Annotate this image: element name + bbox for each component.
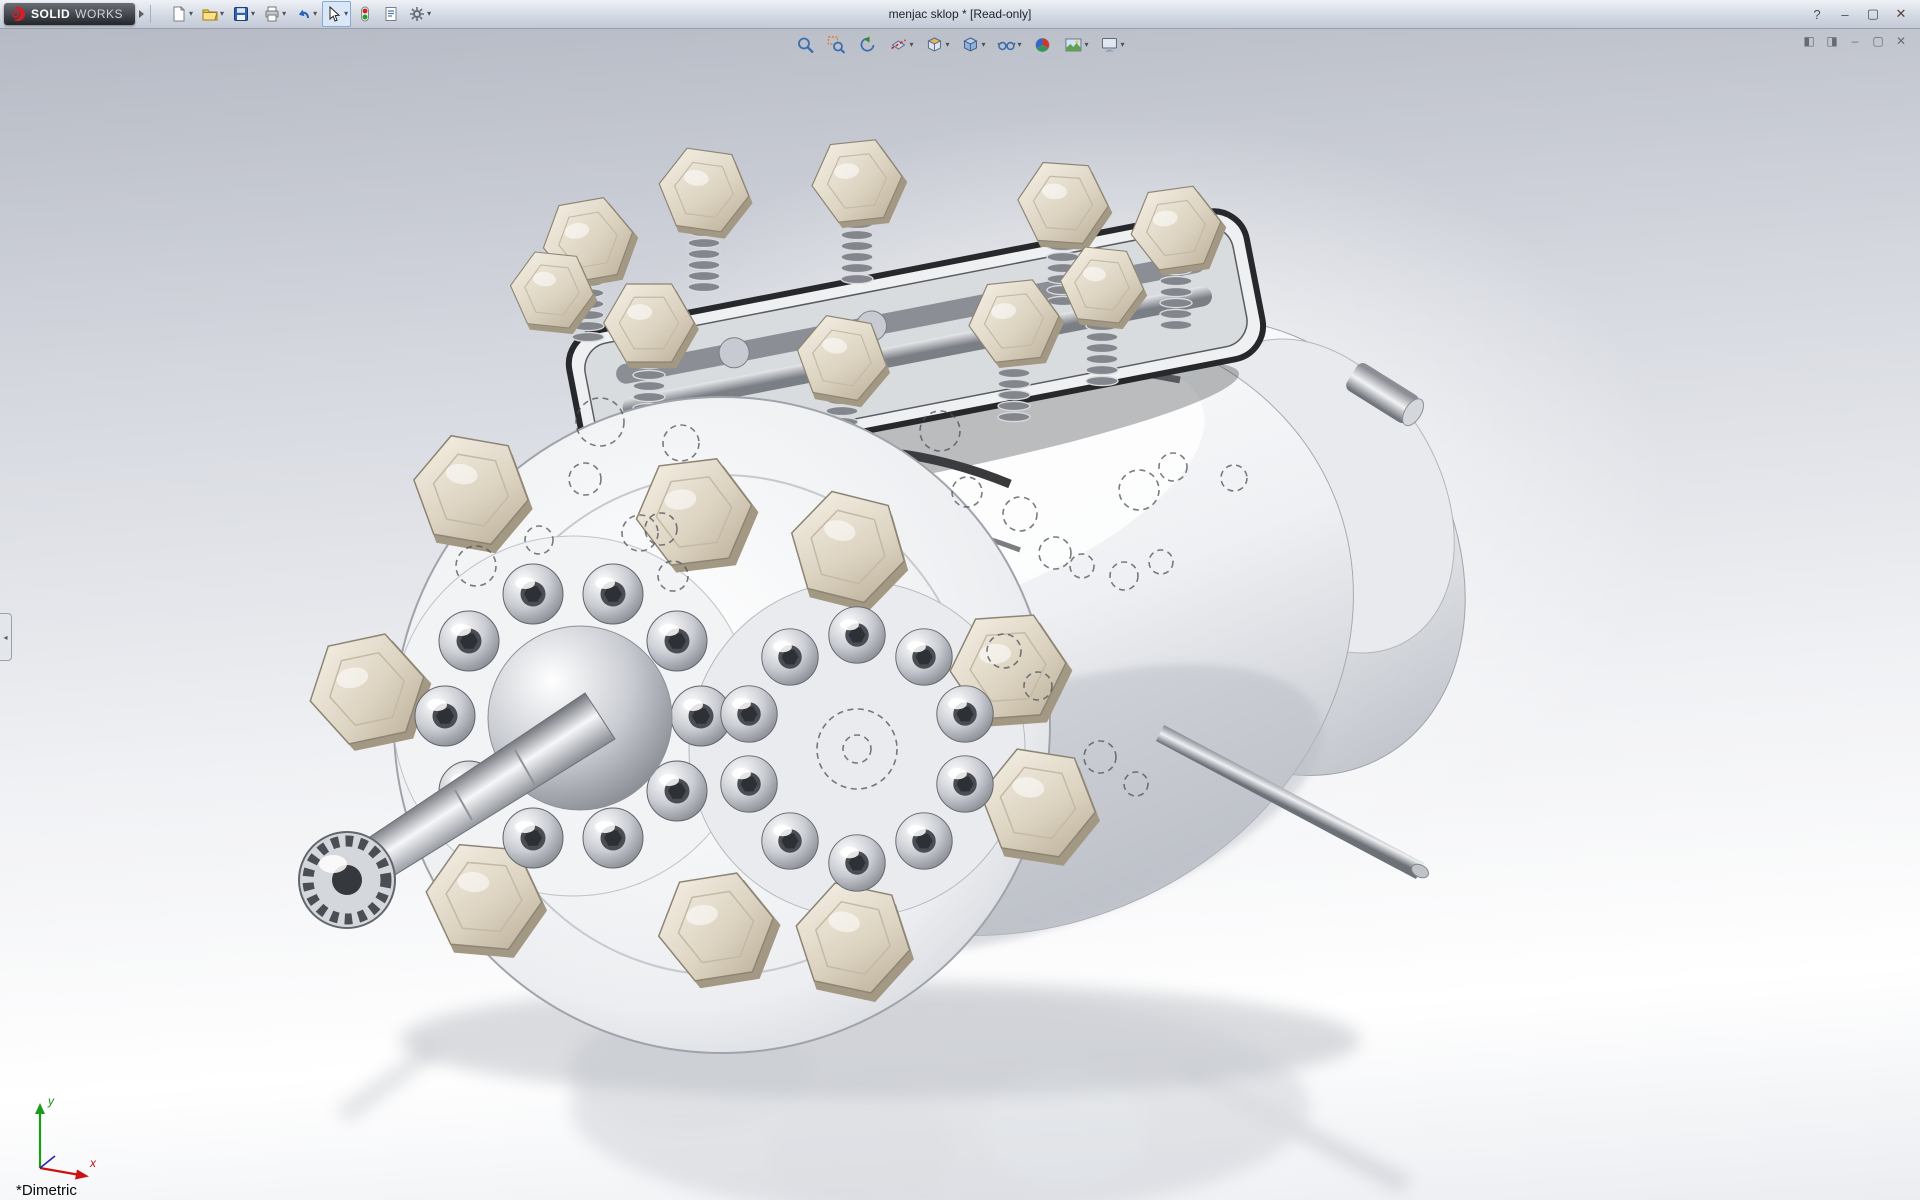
apply-scene-button[interactable]: ▾ (1060, 31, 1093, 59)
hide-show-items-icon (997, 35, 1017, 55)
zoom-to-fit-button[interactable] (791, 31, 819, 59)
doc-close-button[interactable]: ✕ (1892, 32, 1910, 50)
rebuild-button[interactable] (353, 1, 377, 27)
menu-expand-arrow-icon[interactable] (139, 10, 144, 18)
dropdown-arrow-icon[interactable]: ▾ (1121, 41, 1125, 49)
document-window-controls: ◧ ◨–▢ ✕ (1800, 32, 1910, 50)
help-button[interactable]: ? (1804, 4, 1830, 24)
view-orientation-icon (924, 35, 944, 55)
print-icon (263, 5, 281, 23)
brand-works-text: WORKS (75, 3, 123, 25)
solidworks-logo[interactable]: SOLIDWORKS (4, 3, 135, 25)
options-icon (408, 5, 426, 23)
triad-x-label: x (90, 1156, 96, 1170)
graphics-viewport[interactable]: ▾▾▾▾▾▾ ◧◨–▢✕ ◂ (0, 28, 1920, 1200)
print-button[interactable]: ▾ (260, 1, 289, 27)
dropdown-arrow-icon[interactable]: ▾ (981, 41, 985, 49)
gearbox-3d-model[interactable] (0, 28, 1920, 1200)
zoom-to-fit-icon (795, 35, 815, 55)
previous-view-icon (857, 35, 877, 55)
previous-view-button[interactable] (853, 31, 881, 59)
file-properties-icon (382, 5, 400, 23)
dropdown-arrow-icon[interactable]: ▾ (427, 10, 431, 18)
open-button[interactable]: ▾ (198, 1, 227, 27)
dropdown-arrow-icon[interactable]: ▾ (282, 10, 286, 18)
dropdown-arrow-icon[interactable]: ▾ (344, 10, 348, 18)
save-button[interactable]: ▾ (229, 1, 258, 27)
toolbar-separator (150, 5, 151, 23)
heads-up-view-toolbar: ▾ ▾ ▾ ▾ ▾ ▾ (791, 31, 1128, 59)
display-style-icon (960, 35, 980, 55)
new-document-button[interactable]: ▾ (167, 1, 196, 27)
zoom-to-area-icon (826, 35, 846, 55)
minimize-button[interactable]: – (1832, 4, 1858, 24)
dropdown-arrow-icon[interactable]: ▾ (189, 10, 193, 18)
close-button[interactable]: ✕ (1888, 4, 1914, 24)
edit-appearance-button[interactable] (1029, 31, 1057, 59)
title-bar: SOLIDWORKS ▾▾▾▾▾▾▾ menjac sklop * [Read-… (0, 0, 1920, 29)
section-view-icon (888, 35, 908, 55)
dropdown-arrow-icon[interactable]: ▾ (220, 10, 224, 18)
dropdown-arrow-icon[interactable]: ▾ (313, 10, 317, 18)
tile-top-button[interactable]: ◨ (1823, 32, 1841, 50)
new-document-icon (170, 5, 188, 23)
save-icon (232, 5, 250, 23)
dropdown-arrow-icon[interactable]: ▾ (1018, 41, 1022, 49)
view-orientation-button[interactable]: ▾ (920, 31, 953, 59)
dropdown-arrow-icon[interactable]: ▾ (1085, 41, 1089, 49)
brand-solid-text: SOLID (31, 3, 70, 25)
ds-logo-icon (10, 6, 26, 22)
main-toolbar: ▾ ▾ ▾ ▾ ▾ ▾ ▾ (167, 1, 434, 27)
view-settings-icon (1100, 35, 1120, 55)
select-icon (325, 5, 343, 23)
solidworks-window: { "app": { "brand_solid": "SOLID", "bran… (0, 0, 1920, 1200)
options-button[interactable]: ▾ (405, 1, 434, 27)
file-properties-button[interactable] (379, 1, 403, 27)
section-view-button[interactable]: ▾ (884, 31, 917, 59)
maximize-button[interactable]: ▢ (1860, 4, 1886, 24)
hide-show-items-button[interactable]: ▾ (993, 31, 1026, 59)
apply-scene-icon (1064, 35, 1084, 55)
display-style-button[interactable]: ▾ (956, 31, 989, 59)
select-button[interactable]: ▾ (322, 1, 351, 27)
tile-left-button[interactable]: ◧ (1800, 32, 1818, 50)
zoom-to-area-button[interactable] (822, 31, 850, 59)
dropdown-arrow-icon[interactable]: ▾ (945, 41, 949, 49)
orientation-triad: y x (22, 1096, 112, 1186)
rebuild-icon (356, 5, 374, 23)
triad-y-label: y (48, 1094, 54, 1108)
dropdown-arrow-icon[interactable]: ▾ (251, 10, 255, 18)
open-icon (201, 5, 219, 23)
dropdown-arrow-icon[interactable]: ▾ (909, 41, 913, 49)
view-settings-button[interactable]: ▾ (1096, 31, 1129, 59)
doc-restore-button[interactable]: ▢ (1869, 32, 1887, 50)
undo-icon (294, 5, 312, 23)
gearbox-assembly[interactable] (299, 137, 1545, 1053)
edit-appearance-icon (1033, 35, 1053, 55)
window-controls: ?–▢✕ (1804, 0, 1914, 28)
undo-button[interactable]: ▾ (291, 1, 320, 27)
triad-arrows-icon (22, 1096, 112, 1186)
view-orientation-label: *Dimetric (16, 1182, 77, 1199)
doc-minimize-button[interactable]: – (1846, 32, 1864, 50)
